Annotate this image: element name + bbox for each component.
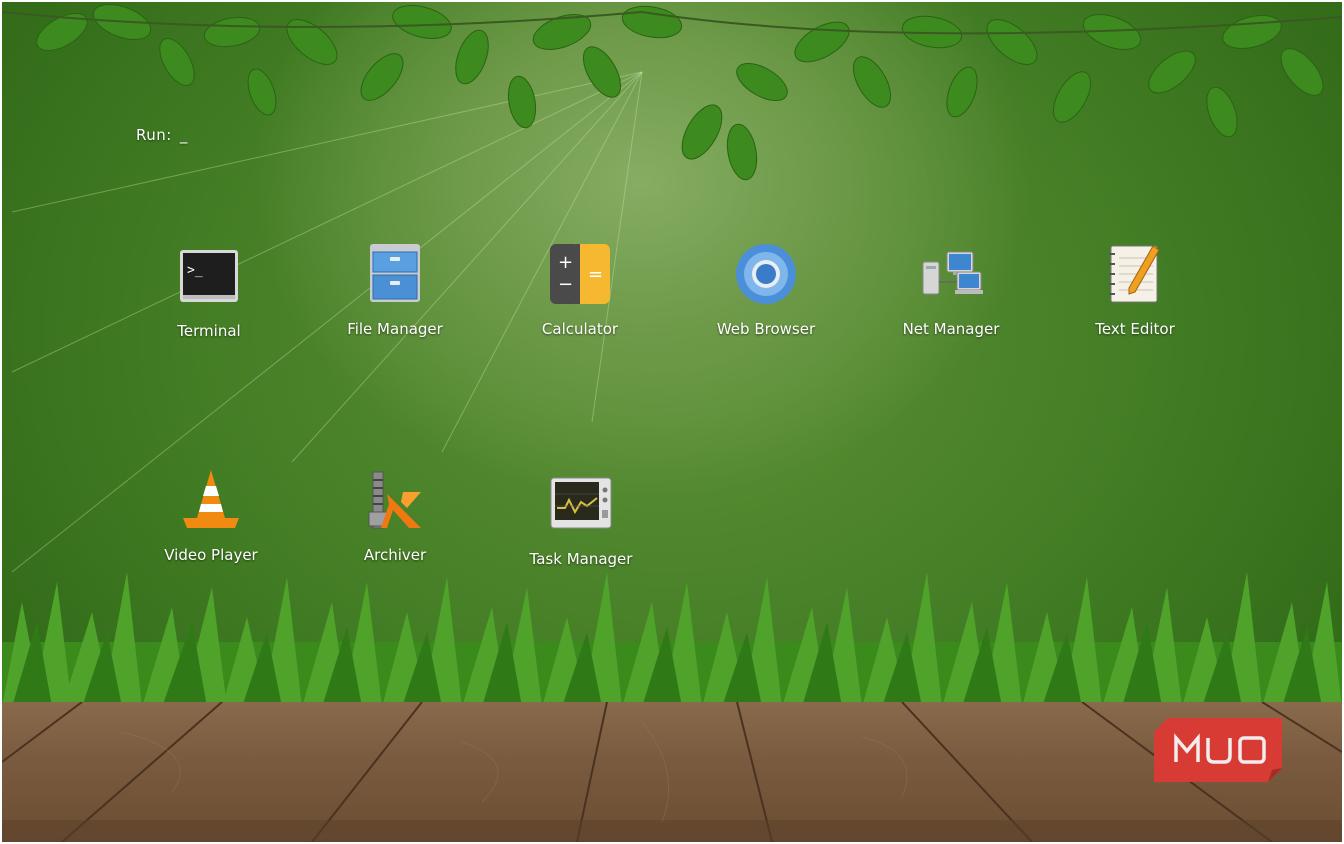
run-label: Run:	[136, 126, 172, 144]
app-label: Text Editor	[1095, 320, 1175, 338]
traffic-cone-icon	[183, 470, 239, 528]
desktop-background: Run: _ >_ Terminal File Manager + − = Ca…	[2, 2, 1342, 842]
app-label: Calculator	[541, 320, 619, 338]
run-prompt[interactable]: Run: _	[136, 126, 188, 144]
wooden-deck	[2, 702, 1342, 842]
app-label: Terminal	[177, 322, 241, 340]
muo-logo	[1154, 718, 1282, 782]
app-label: Archiver	[363, 546, 427, 564]
system-monitor-icon	[550, 477, 612, 529]
grass-strip	[2, 572, 1342, 707]
archive-clamp-icon	[368, 471, 421, 529]
svg-text:−: −	[558, 274, 573, 295]
app-file-manager[interactable]: File Manager	[315, 242, 475, 338]
app-label: Video Player	[164, 546, 258, 564]
svg-text:>_: >_	[187, 263, 203, 278]
app-label: Net Manager	[902, 320, 1000, 338]
app-video-player[interactable]: Video Player	[131, 468, 291, 564]
app-terminal[interactable]: >_ Terminal	[129, 244, 289, 340]
svg-text:=: =	[588, 264, 603, 285]
calculator-icon: + − =	[550, 244, 610, 304]
app-calculator[interactable]: + − = Calculator	[500, 242, 660, 338]
leaves-canopy	[2, 4, 1342, 181]
file-cabinet-icon	[370, 244, 420, 302]
app-label: File Manager	[347, 320, 443, 338]
terminal-icon: >_	[180, 250, 238, 302]
chromium-browser-icon	[736, 244, 796, 304]
notepad-pencil-icon	[1109, 245, 1160, 303]
app-label: Task Manager	[529, 550, 633, 568]
app-text-editor[interactable]: Text Editor	[1055, 242, 1215, 338]
run-cursor: _	[179, 126, 188, 144]
app-archiver[interactable]: Archiver	[315, 468, 475, 564]
app-web-browser[interactable]: Web Browser	[686, 242, 846, 338]
app-net-manager[interactable]: Net Manager	[871, 242, 1031, 338]
svg-text:+: +	[558, 252, 573, 273]
app-label: Web Browser	[716, 320, 816, 338]
app-task-manager[interactable]: Task Manager	[501, 472, 661, 568]
network-computers-icon	[922, 251, 983, 295]
